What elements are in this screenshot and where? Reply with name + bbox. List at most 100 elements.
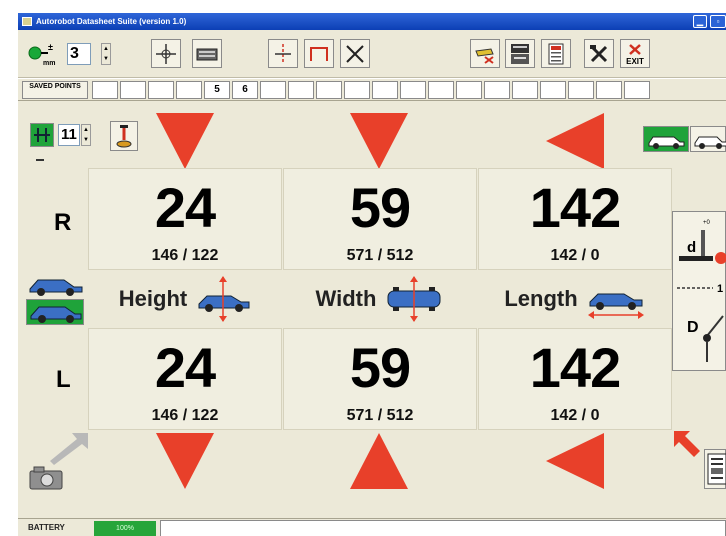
height-right-down-arrow[interactable]	[156, 113, 214, 169]
report-icon	[707, 453, 726, 485]
right-side-label: R	[54, 209, 72, 236]
frame-button[interactable]	[304, 39, 334, 68]
car-blue-icon	[29, 279, 83, 296]
saved-point-slot[interactable]	[624, 81, 650, 99]
tools-button[interactable]	[584, 39, 614, 68]
saved-point-slot[interactable]	[92, 81, 118, 99]
maximize-button[interactable]: ▫	[710, 15, 726, 28]
probe-icon	[116, 125, 132, 148]
battery-label: BATTERY	[28, 523, 65, 532]
report-button[interactable]	[704, 449, 726, 489]
center-line-button[interactable]	[268, 39, 298, 68]
exit-icon: EXIT	[626, 43, 644, 66]
calculator-button[interactable]	[541, 39, 571, 68]
width-car-icon	[387, 276, 441, 322]
eraser-button[interactable]	[470, 39, 500, 68]
width-right-detail: 571 / 512	[346, 247, 414, 264]
exit-label: EXIT	[626, 57, 644, 66]
point-spinner[interactable]: ▲ ▼	[81, 124, 91, 146]
saved-point-slot[interactable]	[428, 81, 454, 99]
d-small-label: d	[687, 239, 696, 256]
length-right-cell: 142 142 / 0	[478, 168, 672, 270]
saved-point-slot[interactable]	[540, 81, 566, 99]
cross-diagonal-button[interactable]	[340, 39, 370, 68]
height-header[interactable]: Height	[88, 271, 282, 327]
saved-point-slot[interactable]: 5	[204, 81, 230, 99]
saved-point-slot[interactable]	[484, 81, 510, 99]
width-header[interactable]: Width	[283, 271, 477, 327]
measurement-area: 11 ▲ ▼ R L 24 146 / 122 59 571 / 512 142…	[18, 101, 726, 518]
print-preview-button[interactable]	[505, 39, 535, 68]
saved-point-slot[interactable]	[288, 81, 314, 99]
divider-dash	[36, 159, 44, 161]
length-left-value: 142	[529, 336, 621, 399]
saved-point-slot[interactable]	[456, 81, 482, 99]
title-bar: Autorobot Datasheet Suite (version 1.0) …	[18, 13, 726, 30]
mm-step-icon: ± mm	[26, 41, 62, 67]
left-side-label: L	[56, 366, 71, 393]
length-right-value: 142	[529, 176, 621, 239]
view-top-toggle[interactable]	[690, 126, 726, 152]
tick-label: +0	[703, 220, 711, 226]
point-number-input[interactable]: 11	[58, 124, 80, 146]
measurement-grid: 24 146 / 122 59 571 / 512 142 142 / 0 He…	[88, 168, 672, 430]
car-blue-icon	[30, 306, 82, 323]
height-right-detail: 146 / 122	[151, 247, 219, 264]
tools-icon	[590, 44, 608, 62]
app-window: Autorobot Datasheet Suite (version 1.0) …	[0, 0, 726, 536]
length-left-cell: 142 142 / 0	[478, 328, 672, 430]
car-right-view[interactable]	[26, 273, 84, 297]
saved-point-slot[interactable]	[512, 81, 538, 99]
saved-point-slot[interactable]	[176, 81, 202, 99]
saved-points-row: SAVED POINTS 56	[18, 79, 726, 101]
print-preview-icon	[511, 43, 529, 64]
crosshair-button[interactable]	[151, 39, 181, 68]
car-outline-icon	[694, 136, 726, 149]
saved-point-slot[interactable]	[316, 81, 342, 99]
step-input[interactable]: 3	[67, 43, 91, 65]
height-left-value: 24	[154, 336, 216, 399]
saved-point-slot[interactable]	[344, 81, 370, 99]
length-car-icon	[587, 293, 644, 319]
height-left-down-arrow[interactable]	[156, 433, 214, 489]
battery-level-bar: 100%	[94, 521, 156, 536]
length-left-detail: 142 / 0	[550, 407, 600, 424]
minimize-button[interactable]: ▁	[693, 15, 707, 28]
width-left-up-arrow[interactable]	[350, 433, 408, 489]
exit-button[interactable]: EXIT	[620, 39, 650, 68]
camera-button[interactable]	[28, 463, 64, 491]
width-right-cell: 59 571 / 512	[283, 168, 477, 270]
scale-label: 1	[717, 283, 723, 295]
app-icon	[22, 17, 32, 26]
crosshair-icon	[156, 43, 176, 64]
svg-text:±: ±	[48, 42, 53, 52]
height-left-cell: 24 146 / 122	[88, 328, 282, 430]
saved-point-slot[interactable]	[596, 81, 622, 99]
saved-point-slot[interactable]	[260, 81, 286, 99]
probe-button[interactable]	[110, 121, 138, 151]
length-right-left-arrow[interactable]	[546, 113, 604, 169]
saved-point-slot[interactable]	[148, 81, 174, 99]
saved-point-slot[interactable]	[120, 81, 146, 99]
saved-point-slot[interactable]: 6	[232, 81, 258, 99]
car-left-view[interactable]	[26, 299, 84, 325]
length-left-left-arrow[interactable]	[546, 433, 604, 489]
length-header[interactable]: Length	[478, 271, 672, 327]
step-spinner[interactable]: ▲ ▼	[101, 43, 111, 65]
frame-icon	[310, 46, 328, 61]
point-selector-button[interactable]	[30, 123, 54, 147]
car-side-icon	[648, 136, 685, 149]
saved-point-slot[interactable]	[372, 81, 398, 99]
view-side-toggle[interactable]	[643, 126, 689, 152]
saved-point-slot[interactable]	[568, 81, 594, 99]
window-title: Autorobot Datasheet Suite (version 1.0)	[36, 17, 187, 26]
keyboard-button[interactable]	[192, 39, 222, 68]
width-right-down-arrow[interactable]	[350, 113, 408, 169]
point-grid-icon	[34, 128, 50, 142]
red-pointer-arrow	[674, 431, 700, 457]
width-left-value: 59	[349, 336, 411, 399]
width-left-detail: 571 / 512	[346, 407, 414, 424]
svg-text:mm: mm	[43, 60, 55, 67]
height-car-icon	[198, 276, 250, 322]
saved-point-slot[interactable]	[400, 81, 426, 99]
